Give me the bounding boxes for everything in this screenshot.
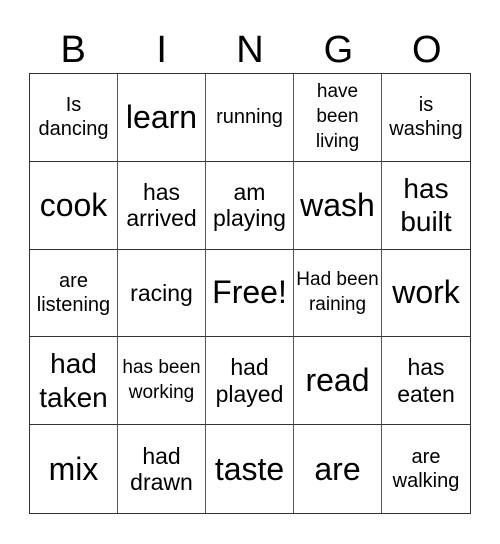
bingo-cell[interactable]: taste — [206, 425, 294, 513]
bingo-cell[interactable]: has built — [382, 162, 470, 250]
header-letter-g: G — [323, 29, 354, 71]
header-letter-i: I — [156, 29, 167, 71]
bingo-cell[interactable]: had drawn — [118, 425, 206, 513]
bingo-cell[interactable]: has been working — [118, 337, 206, 426]
bingo-cell[interactable]: running — [206, 74, 294, 162]
bingo-cell[interactable]: read — [294, 337, 382, 426]
bingo-cell[interactable]: Had been raining — [294, 249, 382, 338]
bingo-cell[interactable]: cook — [30, 161, 118, 250]
header-letter-n: N — [236, 29, 264, 71]
free-space[interactable]: Free! — [206, 249, 294, 338]
bingo-cell[interactable]: has arrived — [118, 161, 206, 250]
bingo-cell[interactable]: are — [294, 425, 382, 513]
bingo-grid: Is dancing learn running have been livin… — [29, 73, 471, 514]
bingo-header: B I N G O — [29, 28, 471, 72]
bingo-cell[interactable]: work — [382, 250, 470, 338]
bingo-cell[interactable]: learn — [118, 74, 206, 162]
bingo-cell[interactable]: Is dancing — [30, 74, 118, 162]
header-letter-b: B — [60, 29, 86, 71]
bingo-cell[interactable]: am playing — [206, 161, 294, 250]
bingo-cell[interactable]: is washing — [382, 74, 470, 162]
bingo-cell[interactable]: are listening — [30, 249, 118, 338]
bingo-cell[interactable]: have been living — [294, 74, 382, 162]
header-letter-o: O — [412, 29, 442, 71]
bingo-cell[interactable]: had played — [206, 337, 294, 426]
bingo-cell[interactable]: racing — [118, 249, 206, 338]
bingo-cell[interactable]: had taken — [30, 337, 118, 426]
bingo-cell[interactable]: are walking — [382, 425, 470, 513]
bingo-cell[interactable]: has eaten — [382, 337, 470, 426]
bingo-cell[interactable]: wash — [294, 161, 382, 250]
bingo-cell[interactable]: mix — [30, 425, 118, 513]
